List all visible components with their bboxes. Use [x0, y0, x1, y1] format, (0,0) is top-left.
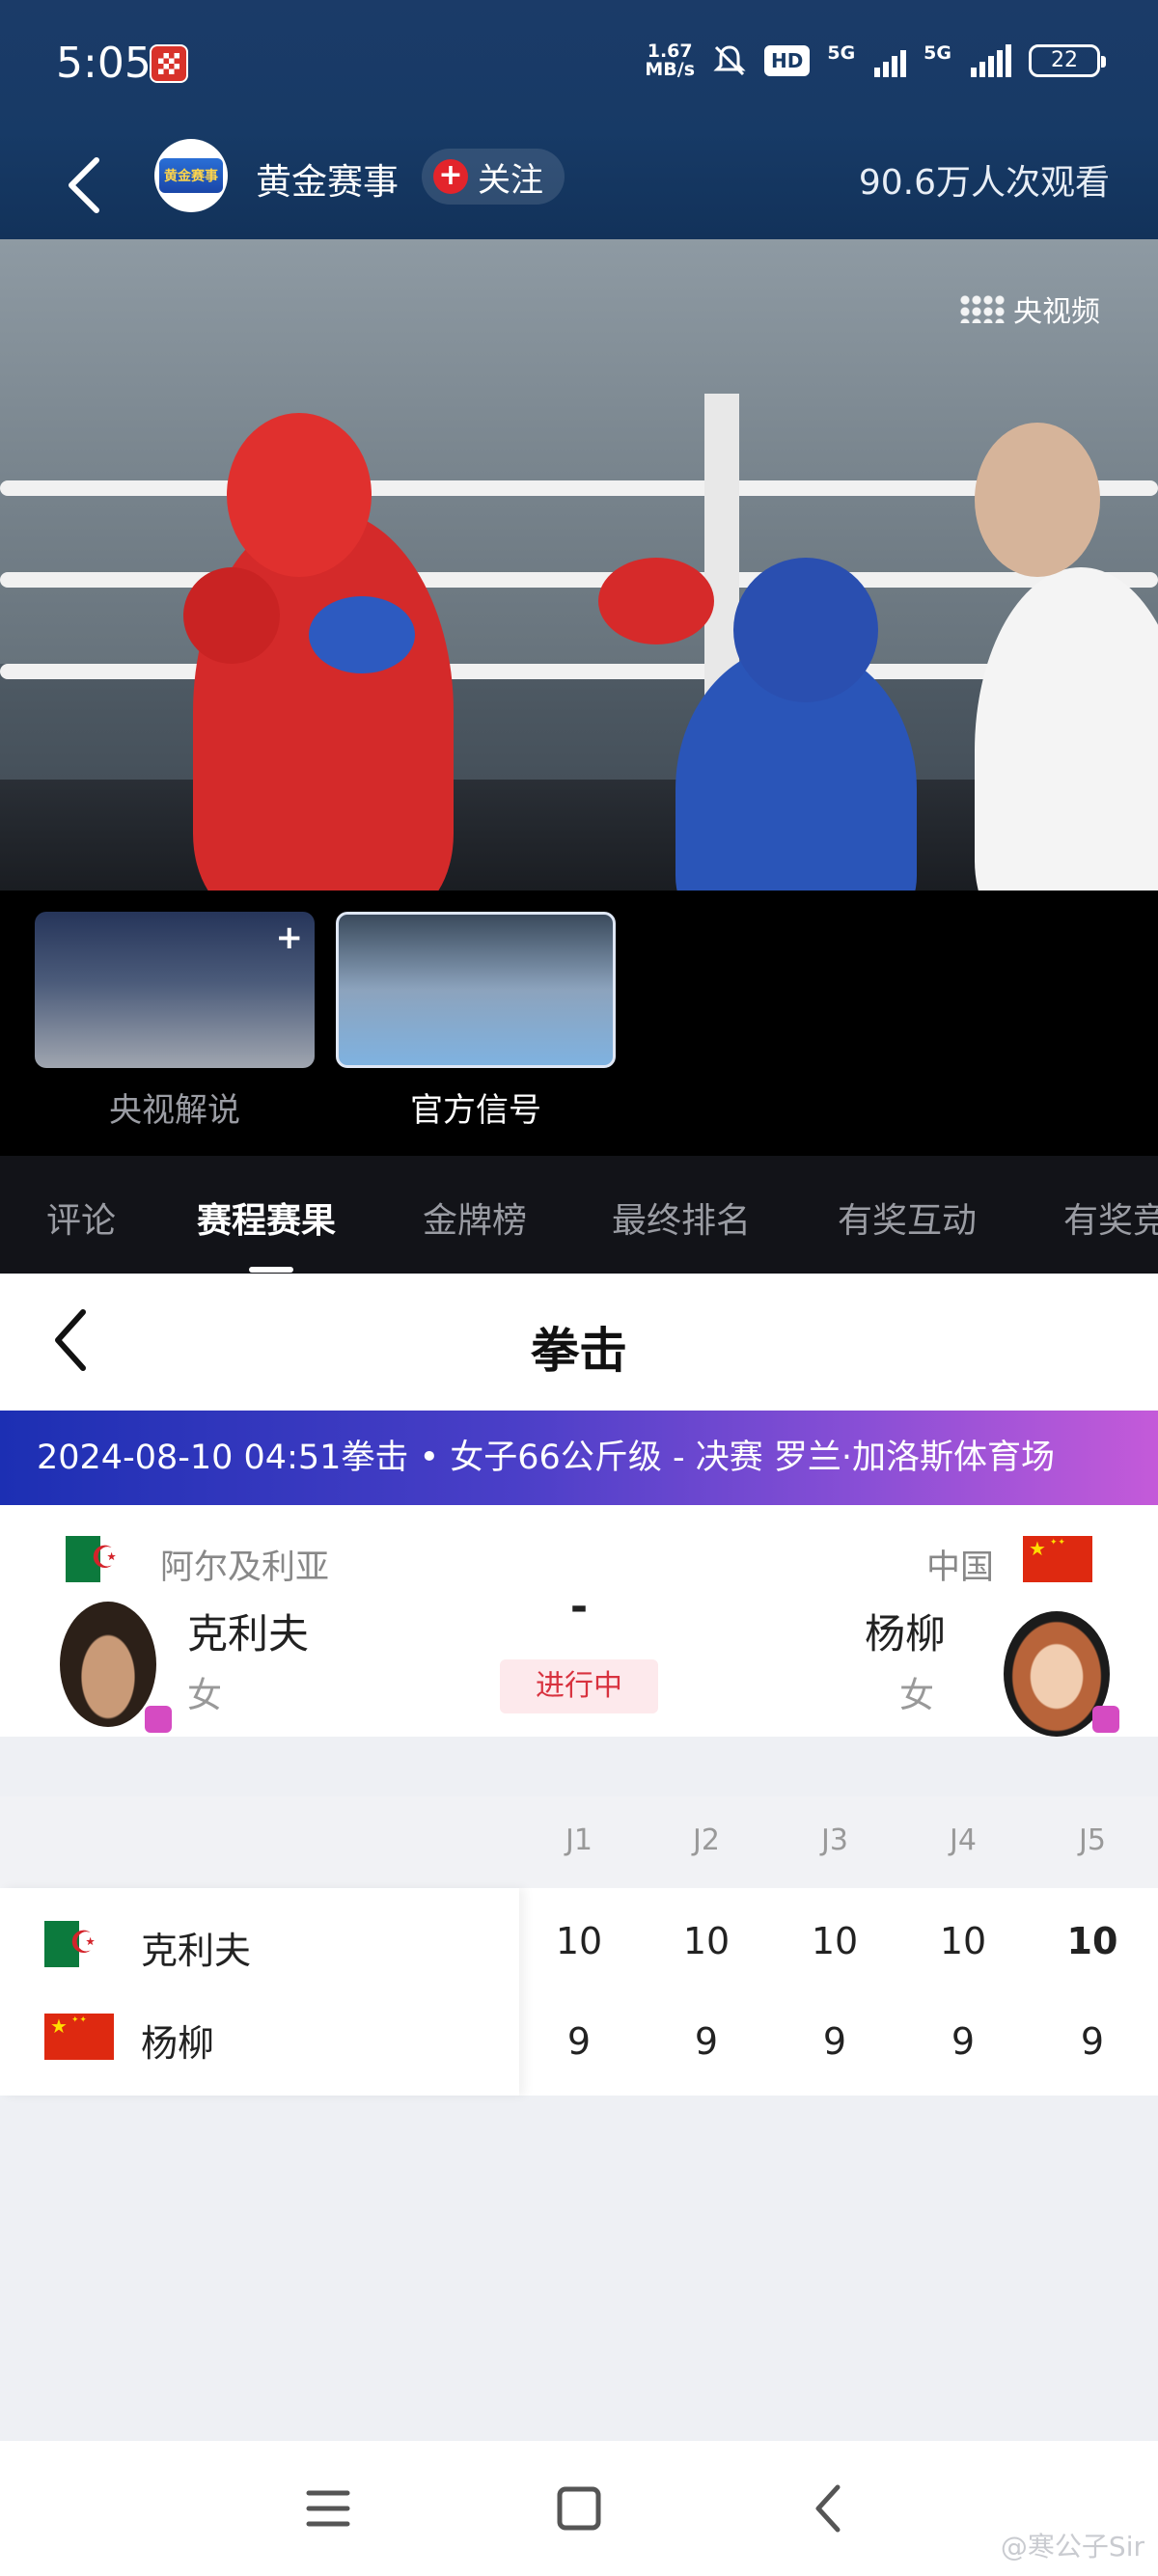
judge-header: J5 — [1079, 1823, 1106, 1857]
tab-prize-quiz[interactable]: 有奖竞 — [1063, 1192, 1158, 1243]
score-cell: 10 — [939, 1920, 987, 1962]
glove-blue — [309, 596, 415, 673]
cctv-video-logo-icon — [959, 294, 1006, 323]
avatar-badge-icon — [145, 1706, 172, 1733]
algeria-flag-icon — [44, 1921, 114, 1967]
signal-strength-icon — [874, 44, 907, 77]
right-fighter-gender: 女 — [898, 1676, 934, 1715]
left-fighter-gender: 女 — [187, 1676, 223, 1715]
table-row-name: 克利夫 — [141, 1930, 252, 1972]
table-row-name: 杨柳 — [141, 2022, 215, 2065]
score-cell: 9 — [822, 2020, 847, 2063]
weibo-watermark: @寒公子Sir — [1000, 2531, 1144, 2562]
china-flag-icon — [1023, 1536, 1092, 1582]
score-table-header: J1 J2 J3 J4 J5 — [0, 1796, 1158, 1888]
battery-icon: 22 — [1029, 44, 1106, 77]
score-cell: 9 — [951, 2020, 976, 2063]
video-watermark: 央视频 — [959, 288, 1100, 330]
score-cell: 10 — [682, 1920, 731, 1962]
status-badge: 进行中 — [500, 1659, 658, 1713]
section-tabs: 评论 赛程赛果 金牌榜 最终排名 有奖互动 有奖竞 — [0, 1156, 1158, 1274]
active-tab-indicator — [249, 1267, 293, 1273]
status-bar: 5:05 1.67 MB/s HD 5G 5G 22 — [0, 0, 1158, 135]
score-cell: 10 — [1066, 1920, 1118, 1962]
back-icon[interactable] — [801, 2480, 859, 2537]
notification-app-icon — [150, 44, 188, 83]
score-cell: 10 — [811, 1920, 859, 1962]
video-watermark-text: 央视频 — [1013, 295, 1100, 329]
status-time: 5:05 — [56, 39, 152, 88]
avatar-badge-icon — [1092, 1706, 1119, 1733]
camera-label-commentary[interactable]: 央视解说 — [35, 1083, 315, 1131]
live-header: 黄金赛事 黄金赛事 + 关注 90.6万人次观看 — [0, 135, 1158, 239]
judge-header: J3 — [821, 1823, 848, 1857]
system-nav-bar: @寒公子Sir — [0, 2441, 1158, 2576]
battery-level: 22 — [1051, 48, 1078, 72]
status-icons: 1.67 MB/s HD 5G 5G 22 — [645, 42, 1106, 79]
channel-avatar[interactable]: 黄金赛事 — [154, 139, 228, 212]
boxer-red-headgear — [227, 413, 372, 577]
tab-prize-interaction[interactable]: 有奖互动 — [838, 1192, 977, 1243]
signal-strength-icon — [971, 44, 1011, 77]
judge-header: J1 — [565, 1823, 593, 1857]
judge-header: J2 — [693, 1823, 720, 1857]
score-cell: 10 — [555, 1920, 603, 1962]
channel-logo-text: 黄金赛事 — [159, 158, 223, 193]
match-score: - — [569, 1582, 589, 1631]
glove-red — [598, 558, 714, 644]
home-icon[interactable] — [550, 2480, 608, 2537]
follow-label: 关注 — [478, 160, 543, 200]
page-title: 拳击 — [531, 1323, 627, 1379]
plus-icon: + — [433, 159, 468, 194]
sim1-network-label: 5G — [827, 42, 856, 64]
tab-schedule-results[interactable]: 赛程赛果 — [197, 1192, 336, 1243]
camera-switcher: + 央视解说 官方信号 — [0, 891, 1158, 1156]
boxing-panel: 拳击 2024-08-10 04:51拳击 • 女子66公斤级 - 决赛 罗兰·… — [0, 1274, 1158, 2441]
judge-header: J4 — [950, 1823, 977, 1857]
right-fighter-name: 杨柳 — [864, 1610, 946, 1658]
menu-icon[interactable] — [299, 2480, 357, 2537]
judges-score-table: J1 J2 J3 J4 J5 克利夫 杨柳 10 10 10 10 10 9 9… — [0, 1796, 1158, 2096]
fighter-column: 克利夫 杨柳 — [0, 1888, 519, 2096]
tab-comments[interactable]: 评论 — [46, 1192, 116, 1243]
add-icon[interactable]: + — [276, 921, 304, 954]
follow-button[interactable]: + 关注 — [422, 149, 565, 205]
camera-label-official[interactable]: 官方信号 — [336, 1083, 616, 1131]
ring-rope — [0, 572, 1158, 588]
channel-name[interactable]: 黄金赛事 — [256, 152, 399, 205]
sim2-network-label: 5G — [924, 42, 951, 64]
tab-medal-table[interactable]: 金牌榜 — [423, 1192, 527, 1243]
camera-thumb-official[interactable] — [336, 912, 616, 1068]
event-banner: 2024-08-10 04:51拳击 • 女子66公斤级 - 决赛 罗兰·加洛斯… — [0, 1411, 1158, 1505]
hd-voice-badge: HD — [764, 45, 811, 76]
match-card[interactable]: 阿尔及利亚 中国 克利夫 女 - 进行中 杨柳 女 — [0, 1505, 1158, 1737]
score-cell: 9 — [1080, 2020, 1105, 2063]
china-flag-icon — [44, 2014, 114, 2060]
algeria-flag-icon — [66, 1536, 135, 1582]
glove-red — [183, 567, 280, 664]
network-speed-unit: MB/s — [645, 59, 695, 80]
video-player[interactable]: 央视频 — [0, 239, 1158, 891]
viewer-count: 90.6万人次观看 — [858, 163, 1110, 203]
network-speed: 1.67 MB/s — [645, 42, 695, 79]
score-cell: 9 — [694, 2020, 719, 2063]
referee-head — [975, 423, 1100, 577]
bell-muted-icon — [713, 45, 746, 76]
camera-thumb-commentary[interactable]: + — [35, 912, 315, 1068]
boxer-blue-headgear — [733, 558, 878, 702]
score-cell: 9 — [566, 2020, 592, 2063]
back-arrow-icon[interactable] — [62, 154, 110, 216]
panel-header: 拳击 — [0, 1274, 1158, 1411]
tab-final-ranking[interactable]: 最终排名 — [612, 1192, 751, 1243]
